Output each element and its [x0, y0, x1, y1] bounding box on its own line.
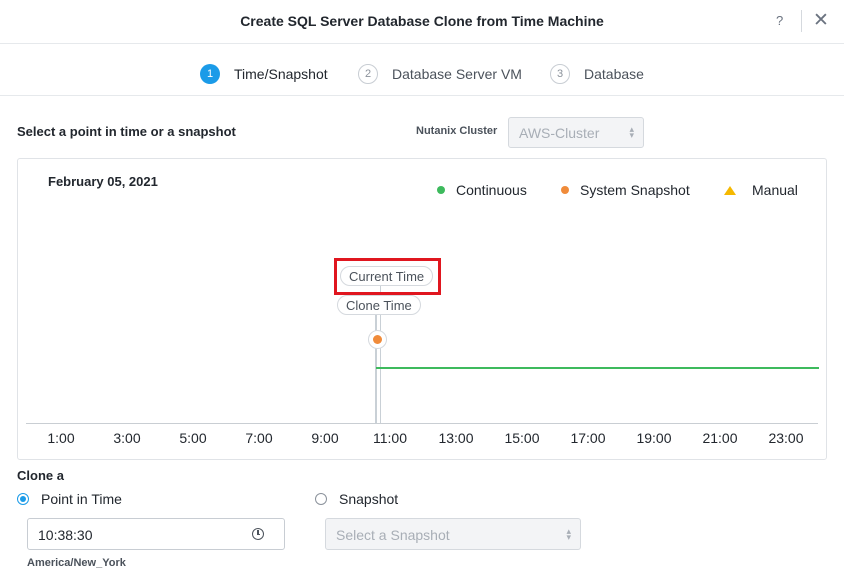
axis-tick-label: 9:00 — [311, 430, 339, 446]
snapshot-select[interactable]: Select a Snapshot ▴ ▾ — [325, 518, 581, 550]
step-database-server-vm[interactable]: 2 Database Server VM — [358, 64, 522, 84]
cluster-select[interactable]: AWS-Cluster ▴ ▾ — [508, 117, 644, 148]
axis-tick-label: 13:00 — [438, 430, 474, 446]
step-database[interactable]: 3 Database — [550, 64, 644, 84]
step-number: 1 — [200, 64, 220, 84]
axis-tick-label: 19:00 — [636, 430, 672, 446]
radio-selected-icon — [17, 493, 29, 505]
axis-tick-label: 11:00 — [373, 430, 407, 446]
timezone-label: America/New_York — [27, 557, 126, 569]
clone-a-label: Clone a — [17, 468, 64, 483]
axis-tick-label: 7:00 — [245, 430, 273, 446]
header-divider — [801, 10, 802, 32]
legend-system-snapshot: System Snapshot — [561, 182, 690, 198]
snapshot-radio[interactable]: Snapshot — [315, 491, 398, 507]
radio-label: Point in Time — [41, 491, 122, 507]
updown-caret-icon: ▴ ▾ — [629, 124, 634, 140]
help-button[interactable]: ? — [776, 13, 783, 28]
dialog-header: Create SQL Server Database Clone from Ti… — [0, 0, 844, 44]
radio-label: Snapshot — [339, 491, 399, 507]
select-point-heading: Select a point in time or a snapshot — [17, 124, 236, 139]
step-time-snapshot[interactable]: 1 Time/Snapshot — [200, 64, 328, 84]
clone-time-marker[interactable] — [375, 306, 377, 424]
axis-tick-label: 15:00 — [504, 430, 540, 446]
point-in-time-radio[interactable]: Point in Time — [17, 491, 122, 507]
wizard-steps: 1 Time/Snapshot 2 Database Server VM 3 D… — [0, 45, 844, 96]
legend-continuous: Continuous — [437, 182, 527, 198]
timeline-panel[interactable]: February 05, 2021 Continuous System Snap… — [17, 158, 827, 460]
legend-label: Manual — [752, 182, 798, 198]
step-number: 3 — [550, 64, 570, 84]
radio-unselected-icon — [315, 493, 327, 505]
orange-dot-icon — [561, 186, 569, 194]
step-number: 2 — [358, 64, 378, 84]
timeline-date: February 05, 2021 — [48, 174, 158, 189]
clone-time-label: Clone Time — [337, 295, 421, 315]
time-input[interactable]: 10:38:30 — [27, 518, 285, 550]
yellow-triangle-icon — [724, 185, 736, 195]
cluster-label: Nutanix Cluster — [416, 125, 498, 137]
step-label: Time/Snapshot — [234, 66, 328, 82]
legend-label: System Snapshot — [580, 182, 690, 198]
dialog-title: Create SQL Server Database Clone from Ti… — [240, 13, 604, 29]
axis-tick-label: 3:00 — [113, 430, 141, 446]
axis-tick-label: 23:00 — [768, 430, 804, 446]
snapshot-placeholder: Select a Snapshot — [336, 527, 450, 543]
current-time-highlight — [334, 258, 441, 295]
close-button[interactable]: ✕ — [813, 9, 829, 32]
continuous-range-line[interactable] — [376, 367, 819, 369]
step-label: Database — [584, 66, 644, 82]
time-axis — [26, 423, 818, 424]
green-dot-icon — [437, 186, 445, 194]
axis-tick-label: 17:00 — [570, 430, 606, 446]
axis-tick-label: 21:00 — [702, 430, 738, 446]
axis-tick-label: 5:00 — [179, 430, 207, 446]
snapshot-dot-icon — [373, 335, 382, 344]
updown-caret-icon: ▴ ▾ — [566, 526, 571, 542]
clock-icon[interactable] — [252, 528, 264, 540]
cluster-value: AWS-Cluster — [519, 125, 600, 141]
axis-tick-label: 1:00 — [47, 430, 75, 446]
legend-label: Continuous — [456, 182, 527, 198]
step-label: Database Server VM — [392, 66, 522, 82]
system-snapshot-marker[interactable] — [368, 330, 387, 349]
time-value: 10:38:30 — [38, 527, 93, 543]
legend-manual: Manual — [724, 182, 798, 198]
